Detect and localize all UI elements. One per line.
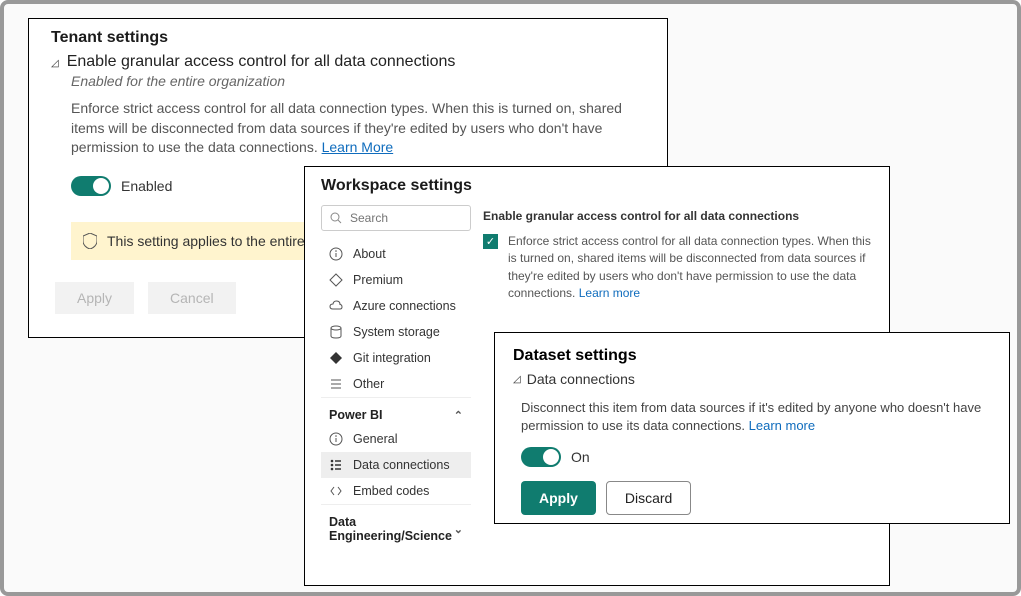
info-icon xyxy=(329,247,343,261)
workspace-content-heading: Enable granular access control for all d… xyxy=(483,209,873,223)
sidebar-item-azure[interactable]: Azure connections xyxy=(321,293,471,319)
sidebar-item-storage[interactable]: System storage xyxy=(321,319,471,345)
tenant-banner-text: This setting applies to the entire org xyxy=(107,233,329,249)
tenant-apply-button[interactable]: Apply xyxy=(55,282,134,314)
sidebar-item-label: General xyxy=(353,432,397,446)
chevron-up-icon: ⌃ xyxy=(454,409,463,422)
sidebar-item-general[interactable]: General xyxy=(321,426,471,452)
sidebar-item-label: About xyxy=(353,247,386,261)
tenant-description: Enforce strict access control for all da… xyxy=(71,99,641,158)
dataset-description: Disconnect this item from data sources i… xyxy=(521,399,987,435)
sidebar-item-other[interactable]: Other xyxy=(321,371,471,397)
sidebar-item-embed-codes[interactable]: Embed codes xyxy=(321,478,471,504)
dataset-settings-panel: Dataset settings ◿ Data connections Disc… xyxy=(494,332,1010,524)
tenant-status: Enabled for the entire organization xyxy=(71,73,645,89)
collapse-caret-icon[interactable]: ◿ xyxy=(51,58,59,69)
sidebar-item-label: Git integration xyxy=(353,351,431,365)
sidebar-item-label: Data connections xyxy=(353,458,450,472)
tenant-setting-title: Enable granular access control for all d… xyxy=(67,53,456,71)
list-icon xyxy=(329,377,343,391)
storage-icon xyxy=(329,325,343,339)
cloud-icon xyxy=(329,299,343,313)
dataset-apply-button[interactable]: Apply xyxy=(521,481,596,515)
tenant-title: Tenant settings xyxy=(51,29,645,47)
sidebar-item-label: Azure connections xyxy=(353,299,456,313)
collapse-caret-icon[interactable]: ◿ xyxy=(513,374,521,385)
workspace-title: Workspace settings xyxy=(321,177,873,195)
workspace-desc-text: Enforce strict access control for all da… xyxy=(508,234,871,300)
sidebar-item-label: Embed codes xyxy=(353,484,429,498)
workspace-learn-more-link[interactable]: Learn more xyxy=(579,286,640,300)
workspace-enable-checkbox[interactable]: ✓ xyxy=(483,234,498,249)
code-icon xyxy=(329,484,343,498)
dataset-on-toggle[interactable] xyxy=(521,447,561,467)
sidebar-item-data-connections[interactable]: Data connections xyxy=(321,452,471,478)
workspace-sidebar: About Premium Azure connections System s… xyxy=(321,205,471,547)
tenant-toggle-label: Enabled xyxy=(121,178,172,194)
data-icon xyxy=(329,458,343,472)
sidebar-group-powerbi[interactable]: Power BI ⌃ xyxy=(321,397,471,426)
diamond-icon xyxy=(329,273,343,287)
dataset-toggle-label: On xyxy=(571,449,590,465)
dataset-title: Dataset settings xyxy=(513,347,991,365)
sidebar-item-label: Other xyxy=(353,377,384,391)
sidebar-item-git[interactable]: Git integration xyxy=(321,345,471,371)
workspace-search-input[interactable] xyxy=(348,210,462,226)
workspace-content-description: Enforce strict access control for all da… xyxy=(508,233,873,303)
sidebar-group-data-eng[interactable]: Data Engineering/Science ⌄ xyxy=(321,504,471,547)
dataset-section-title: Data connections xyxy=(527,371,635,387)
git-icon xyxy=(329,351,343,365)
dataset-learn-more-link[interactable]: Learn more xyxy=(749,418,815,433)
chevron-down-icon: ⌄ xyxy=(454,523,463,536)
info-icon xyxy=(329,432,343,446)
sidebar-item-about[interactable]: About xyxy=(321,241,471,267)
sidebar-group-label: Data Engineering/Science xyxy=(329,515,454,543)
workspace-search-box[interactable] xyxy=(321,205,471,231)
tenant-learn-more-link[interactable]: Learn More xyxy=(322,139,394,155)
search-icon xyxy=(330,212,342,224)
sidebar-group-label: Power BI xyxy=(329,408,383,422)
shield-icon xyxy=(83,233,97,249)
sidebar-item-label: System storage xyxy=(353,325,440,339)
tenant-enabled-toggle[interactable] xyxy=(71,176,111,196)
dataset-discard-button[interactable]: Discard xyxy=(606,481,691,515)
sidebar-item-label: Premium xyxy=(353,273,403,287)
sidebar-item-premium[interactable]: Premium xyxy=(321,267,471,293)
tenant-cancel-button[interactable]: Cancel xyxy=(148,282,236,314)
